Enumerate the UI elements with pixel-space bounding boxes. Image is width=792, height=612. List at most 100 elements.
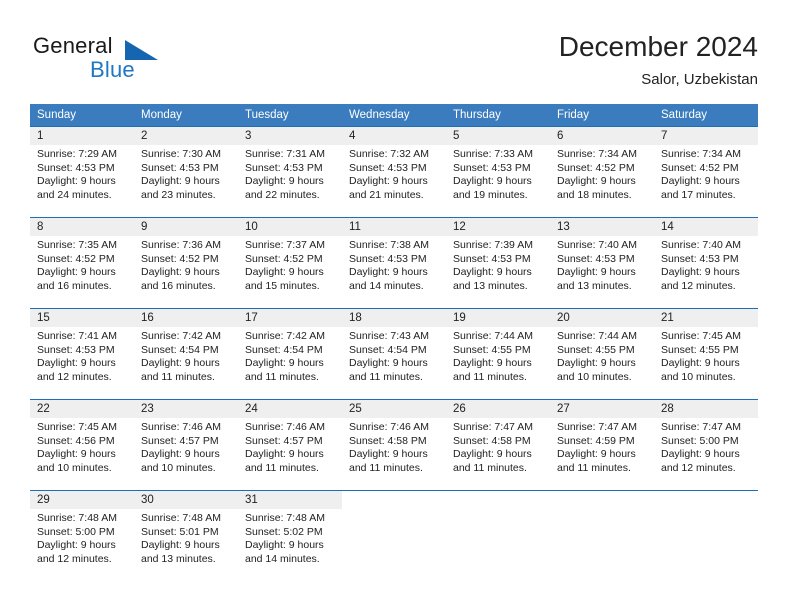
day-cell[interactable]: 2 Sunrise: 7:30 AM Sunset: 4:53 PM Dayli… [134,126,238,218]
weekday-header-wednesday: Wednesday [342,104,446,127]
weekday-header-sunday: Sunday [30,104,134,127]
daylight-text-line1: Daylight: 9 hours [141,266,220,279]
day-cell[interactable]: 28 Sunrise: 7:47 AM Sunset: 5:00 PM Dayl… [654,399,758,491]
day-cell[interactable]: 25 Sunrise: 7:46 AM Sunset: 4:58 PM Dayl… [342,399,446,491]
calendar-grid: Sunday Monday Tuesday Wednesday Thursday… [30,104,758,581]
day-cell[interactable]: 24 Sunrise: 7:46 AM Sunset: 4:57 PM Dayl… [238,399,342,491]
sunset-text: Sunset: 4:57 PM [245,434,323,447]
sunset-text: Sunset: 4:53 PM [245,161,323,174]
sunset-text: Sunset: 4:59 PM [557,434,635,447]
daylight-text-line1: Daylight: 9 hours [37,175,116,188]
sunrise-text: Sunrise: 7:45 AM [661,330,741,342]
sunrise-text: Sunrise: 7:34 AM [661,148,741,160]
day-details: Sunrise: 7:35 AM Sunset: 4:52 PM Dayligh… [30,236,134,293]
sunrise-text: Sunrise: 7:40 AM [557,239,637,251]
sunset-text: Sunset: 5:02 PM [245,525,323,538]
daylight-text-line2: and 13 minutes. [557,279,632,292]
day-number: 23 [141,403,154,415]
day-cell[interactable]: 8 Sunrise: 7:35 AM Sunset: 4:52 PM Dayli… [30,217,134,309]
daylight-text-line1: Daylight: 9 hours [453,266,532,279]
daylight-text-line1: Daylight: 9 hours [453,357,532,370]
day-cell[interactable]: 27 Sunrise: 7:47 AM Sunset: 4:59 PM Dayl… [550,399,654,491]
daylight-text-line2: and 12 minutes. [661,279,736,292]
day-details: Sunrise: 7:46 AM Sunset: 4:57 PM Dayligh… [134,418,238,475]
day-cell[interactable]: 10 Sunrise: 7:37 AM Sunset: 4:52 PM Dayl… [238,217,342,309]
sunrise-text: Sunrise: 7:47 AM [661,421,741,433]
daylight-text-line1: Daylight: 9 hours [245,448,324,461]
day-number: 18 [349,312,362,324]
sunrise-text: Sunrise: 7:37 AM [245,239,325,251]
daylight-text-line2: and 13 minutes. [453,279,528,292]
day-cell[interactable]: 20 Sunrise: 7:44 AM Sunset: 4:55 PM Dayl… [550,308,654,400]
sunrise-text: Sunrise: 7:42 AM [141,330,221,342]
sunset-text: Sunset: 4:53 PM [349,161,427,174]
day-cell[interactable]: 7 Sunrise: 7:34 AM Sunset: 4:52 PM Dayli… [654,126,758,218]
sunrise-text: Sunrise: 7:43 AM [349,330,429,342]
daylight-text-line2: and 10 minutes. [141,461,216,474]
day-cell[interactable]: 31 Sunrise: 7:48 AM Sunset: 5:02 PM Dayl… [238,490,342,581]
day-cell[interactable]: 1 Sunrise: 7:29 AM Sunset: 4:53 PM Dayli… [30,126,134,218]
sunset-text: Sunset: 4:55 PM [453,343,531,356]
sunset-text: Sunset: 4:53 PM [661,252,739,265]
day-cell[interactable]: 5 Sunrise: 7:33 AM Sunset: 4:53 PM Dayli… [446,126,550,218]
day-cell[interactable]: 14 Sunrise: 7:40 AM Sunset: 4:53 PM Dayl… [654,217,758,309]
day-details: Sunrise: 7:38 AM Sunset: 4:53 PM Dayligh… [342,236,446,293]
daylight-text-line1: Daylight: 9 hours [245,266,324,279]
weekday-header-thursday: Thursday [446,104,550,127]
day-cell[interactable]: 11 Sunrise: 7:38 AM Sunset: 4:53 PM Dayl… [342,217,446,309]
daylight-text-line1: Daylight: 9 hours [661,357,740,370]
daylight-text-line2: and 14 minutes. [245,552,320,565]
daylight-text-line1: Daylight: 9 hours [245,357,324,370]
day-cell[interactable]: 18 Sunrise: 7:43 AM Sunset: 4:54 PM Dayl… [342,308,446,400]
daylight-text-line2: and 11 minutes. [141,370,215,383]
daylight-text-line1: Daylight: 9 hours [349,357,428,370]
day-cell[interactable]: 15 Sunrise: 7:41 AM Sunset: 4:53 PM Dayl… [30,308,134,400]
sunset-text: Sunset: 4:56 PM [37,434,115,447]
day-cell[interactable]: 22 Sunrise: 7:45 AM Sunset: 4:56 PM Dayl… [30,399,134,491]
daylight-text-line2: and 19 minutes. [453,188,528,201]
day-cell[interactable]: 3 Sunrise: 7:31 AM Sunset: 4:53 PM Dayli… [238,126,342,218]
day-details: Sunrise: 7:31 AM Sunset: 4:53 PM Dayligh… [238,145,342,202]
daylight-text-line1: Daylight: 9 hours [453,175,532,188]
day-details: Sunrise: 7:43 AM Sunset: 4:54 PM Dayligh… [342,327,446,384]
daylight-text-line1: Daylight: 9 hours [661,448,740,461]
title-block: December 2024 Salor, Uzbekistan [559,30,758,90]
calendar-page: General Blue December 2024 Salor, Uzbeki… [0,0,792,612]
sunrise-text: Sunrise: 7:29 AM [37,148,117,160]
sunrise-text: Sunrise: 7:48 AM [37,512,117,524]
day-cell[interactable]: 6 Sunrise: 7:34 AM Sunset: 4:52 PM Dayli… [550,126,654,218]
day-number: 13 [557,221,570,233]
sunrise-text: Sunrise: 7:46 AM [349,421,429,433]
daylight-text-line2: and 11 minutes. [349,370,423,383]
day-number: 11 [349,221,361,233]
day-cell[interactable]: 19 Sunrise: 7:44 AM Sunset: 4:55 PM Dayl… [446,308,550,400]
day-number: 4 [349,130,356,142]
calendar-week-row: 1 Sunrise: 7:29 AM Sunset: 4:53 PM Dayli… [30,126,758,218]
day-cell[interactable]: 16 Sunrise: 7:42 AM Sunset: 4:54 PM Dayl… [134,308,238,400]
day-number: 15 [37,312,50,324]
sunset-text: Sunset: 5:00 PM [37,525,115,538]
sunset-text: Sunset: 4:57 PM [141,434,219,447]
day-cell[interactable]: 17 Sunrise: 7:42 AM Sunset: 4:54 PM Dayl… [238,308,342,400]
day-cell[interactable]: 23 Sunrise: 7:46 AM Sunset: 4:57 PM Dayl… [134,399,238,491]
daylight-text-line2: and 15 minutes. [245,279,320,292]
brand-logo[interactable]: General Blue [33,33,223,89]
day-details: Sunrise: 7:34 AM Sunset: 4:52 PM Dayligh… [654,145,758,202]
sunrise-text: Sunrise: 7:46 AM [141,421,221,433]
day-cell[interactable]: 4 Sunrise: 7:32 AM Sunset: 4:53 PM Dayli… [342,126,446,218]
day-cell[interactable]: 12 Sunrise: 7:39 AM Sunset: 4:53 PM Dayl… [446,217,550,309]
day-cell[interactable]: 29 Sunrise: 7:48 AM Sunset: 5:00 PM Dayl… [30,490,134,581]
day-cell[interactable]: 26 Sunrise: 7:47 AM Sunset: 4:58 PM Dayl… [446,399,550,491]
daylight-text-line1: Daylight: 9 hours [557,266,636,279]
day-number: 19 [453,312,466,324]
daylight-text-line1: Daylight: 9 hours [349,448,428,461]
sunset-text: Sunset: 4:52 PM [37,252,115,265]
day-cell-empty [550,490,654,581]
day-cell[interactable]: 21 Sunrise: 7:45 AM Sunset: 4:55 PM Dayl… [654,308,758,400]
day-number: 27 [557,403,570,415]
day-number: 28 [661,403,674,415]
day-cell[interactable]: 13 Sunrise: 7:40 AM Sunset: 4:53 PM Dayl… [550,217,654,309]
day-cell[interactable]: 30 Sunrise: 7:48 AM Sunset: 5:01 PM Dayl… [134,490,238,581]
day-cell[interactable]: 9 Sunrise: 7:36 AM Sunset: 4:52 PM Dayli… [134,217,238,309]
daylight-text-line2: and 10 minutes. [557,370,632,383]
